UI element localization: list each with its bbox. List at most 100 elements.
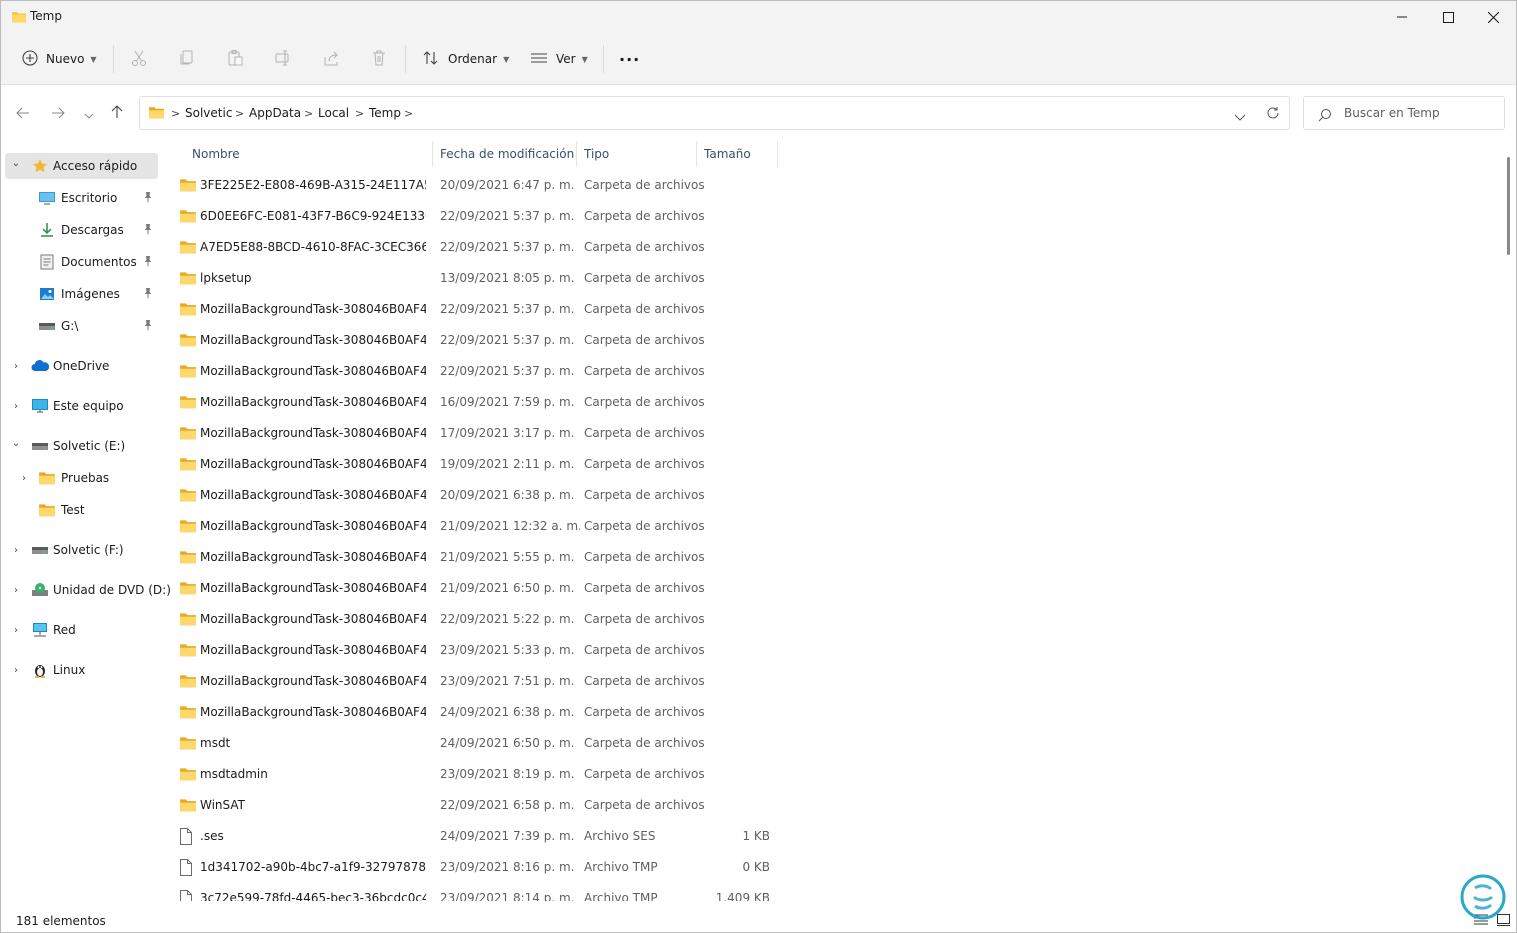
file-row[interactable]: MozillaBackgroundTask-308046B0AF4A3... 22…	[171, 604, 791, 635]
rename-button[interactable]	[274, 33, 292, 85]
file-row[interactable]: MozillaBackgroundTask-308046B0AF4A3... 21…	[171, 511, 791, 542]
file-row[interactable]: .ses 24/09/2021 7:39 p. m. Archivo SES 1 KB	[171, 821, 791, 852]
folder-icon	[179, 394, 197, 410]
file-row[interactable]: MozillaBackgroundTask-308046B0AF4A3... 23…	[171, 635, 791, 666]
sidebar-item[interactable]: ⌄ Acceso rápido	[5, 153, 158, 179]
column-header-date[interactable]: Fecha de modificación	[440, 147, 574, 169]
chevron-right-icon[interactable]: ›	[10, 361, 22, 372]
up-button[interactable]	[107, 103, 127, 123]
file-row[interactable]: MozillaBackgroundTask-308046B0AF4A3... 17…	[171, 418, 791, 449]
column-divider[interactable]	[576, 141, 577, 167]
sidebar-item[interactable]: Test	[1, 497, 161, 523]
sidebar-item[interactable]: › Unidad de DVD (D:)	[1, 577, 171, 603]
sort-button[interactable]: Ordenar ▼	[422, 33, 509, 85]
recent-locations-button[interactable]	[79, 103, 99, 123]
list-view-icon	[530, 49, 548, 70]
sidebar-item[interactable]: Imágenes	[1, 281, 161, 307]
item-count: 181 elementos	[16, 914, 106, 928]
file-row[interactable]: MozillaBackgroundTask-308046B0AF4A3... 24…	[171, 697, 791, 728]
sidebar-item[interactable]: › Linux	[1, 657, 161, 683]
file-row[interactable]: MozillaBackgroundTask-308046B0AF4A3... 20…	[171, 480, 791, 511]
file-type: Archivo TMP	[584, 891, 658, 901]
sidebar-item[interactable]: › Pruebas	[1, 465, 161, 491]
column-divider[interactable]	[696, 141, 697, 167]
file-row[interactable]: MozillaBackgroundTask-308046B0AF4A3... 22…	[171, 294, 791, 325]
chevron-right-icon[interactable]: ›	[10, 665, 22, 676]
breadcrumb-appdata[interactable]: AppData	[249, 106, 301, 120]
chevron-right-icon[interactable]: ›	[10, 545, 22, 556]
cut-button[interactable]	[130, 33, 148, 85]
file-name: 1d341702-a90b-4bc7-a1f9-327978789ec3....	[200, 860, 426, 874]
file-name: WinSAT	[200, 798, 245, 812]
column-header-name[interactable]: Nombre	[192, 147, 240, 169]
back-button[interactable]	[13, 103, 33, 123]
scrollbar-thumb[interactable]	[1507, 157, 1510, 255]
file-row[interactable]: MozillaBackgroundTask-308046B0AF4A3... 21…	[171, 542, 791, 573]
file-row[interactable]: msdt 24/09/2021 6:50 p. m. Carpeta de arch…	[171, 728, 791, 759]
minimize-button[interactable]	[1379, 1, 1425, 33]
delete-button[interactable]	[370, 33, 388, 85]
chevron-right-icon[interactable]: ›	[10, 625, 22, 636]
file-type: Carpeta de archivos	[584, 736, 704, 750]
file-row[interactable]: msdtadmin 23/09/2021 8:19 p. m. Carpeta de…	[171, 759, 791, 790]
file-row[interactable]: MozillaBackgroundTask-308046B0AF4A3... 23…	[171, 666, 791, 697]
sidebar-item[interactable]: G:\	[1, 313, 161, 339]
column-divider[interactable]	[432, 141, 433, 167]
column-header-type[interactable]: Tipo	[584, 147, 609, 169]
file-date: 22/09/2021 6:58 p. m.	[440, 798, 575, 812]
chevron-right-icon[interactable]: ›	[10, 585, 22, 596]
file-row[interactable]: MozillaBackgroundTask-308046B0AF4A3... 19…	[171, 449, 791, 480]
file-row[interactable]: 3FE225E2-E808-469B-A315-24E117A53CC4 20/0…	[171, 170, 791, 201]
close-button[interactable]	[1470, 1, 1516, 33]
file-row[interactable]: MozillaBackgroundTask-308046B0AF4A3... 22…	[171, 356, 791, 387]
sidebar-item[interactable]: Documentos	[1, 249, 161, 275]
file-row[interactable]: MozillaBackgroundTask-308046B0AF4A3... 22…	[171, 325, 791, 356]
breadcrumb-solvetic[interactable]: Solvetic	[185, 106, 232, 120]
chevron-right-icon[interactable]: ›	[10, 401, 22, 412]
column-header-size[interactable]: Tamaño	[704, 147, 751, 169]
address-dropdown-button[interactable]	[1234, 107, 1246, 126]
chevron-down-icon[interactable]: ⌄	[10, 438, 22, 449]
new-button[interactable]: Nuevo ▼	[22, 33, 97, 85]
sidebar-item[interactable]: › OneDrive	[1, 353, 161, 379]
refresh-icon[interactable]	[1266, 105, 1280, 124]
sort-ascending-icon: ^	[305, 141, 313, 147]
file-row[interactable]: 3c72e599-78fd-4465-bec3-36bcdc0c40b2....…	[171, 883, 791, 901]
folder-icon	[148, 105, 165, 124]
folder-icon	[179, 487, 197, 503]
file-row[interactable]: lpksetup 13/09/2021 8:05 p. m. Carpeta de …	[171, 263, 791, 294]
paste-button[interactable]	[226, 33, 244, 85]
file-row[interactable]: 6D0EE6FC-E081-43F7-B6C9-924E13307C33 22/0…	[171, 201, 791, 232]
maximize-button[interactable]	[1425, 1, 1471, 33]
breadcrumb-local[interactable]: Local	[318, 106, 349, 120]
sidebar-item[interactable]: › Red	[1, 617, 161, 643]
sidebar-item[interactable]: Descargas	[1, 217, 161, 243]
column-divider[interactable]	[777, 141, 778, 167]
chevron-down-icon[interactable]: ⌄	[10, 158, 22, 169]
linux-icon	[31, 662, 49, 678]
toolbar-divider	[603, 45, 604, 73]
sidebar-item[interactable]: › Solvetic (F:)	[1, 537, 161, 563]
folder-icon	[179, 301, 197, 317]
sidebar-item[interactable]: › Este equipo	[1, 393, 161, 419]
chevron-right-icon[interactable]: ›	[18, 473, 30, 484]
forward-button[interactable]	[48, 103, 68, 123]
file-row[interactable]: WinSAT 22/09/2021 6:58 p. m. Carpeta de ar…	[171, 790, 791, 821]
address-bar[interactable]: > Solvetic > AppData > Local > Temp >	[139, 96, 1290, 130]
sidebar-item[interactable]: ⌄ Solvetic (E:)	[1, 433, 161, 459]
search-input[interactable]: Buscar en Temp	[1303, 96, 1505, 130]
rename-icon	[274, 49, 292, 70]
share-button[interactable]	[322, 33, 340, 85]
file-row[interactable]: 1d341702-a90b-4bc7-a1f9-327978789ec3....…	[171, 852, 791, 883]
sidebar-item[interactable]: Escritorio	[1, 185, 161, 211]
file-row[interactable]: MozillaBackgroundTask-308046B0AF4A3... 16…	[171, 387, 791, 418]
chevron-down-icon: ▼	[90, 54, 97, 64]
more-options-button[interactable]: ···	[619, 33, 640, 85]
vertical-scrollbar[interactable]	[1504, 141, 1514, 901]
breadcrumb-temp[interactable]: Temp	[369, 106, 401, 120]
copy-button[interactable]	[178, 33, 196, 85]
view-button[interactable]: Ver ▼	[530, 33, 588, 85]
file-row[interactable]: A7ED5E88-8BCD-4610-8FAC-3CEC366DA... 22/0…	[171, 232, 791, 263]
sidebar-item-label: Este equipo	[53, 399, 124, 413]
file-row[interactable]: MozillaBackgroundTask-308046B0AF4A3... 21…	[171, 573, 791, 604]
